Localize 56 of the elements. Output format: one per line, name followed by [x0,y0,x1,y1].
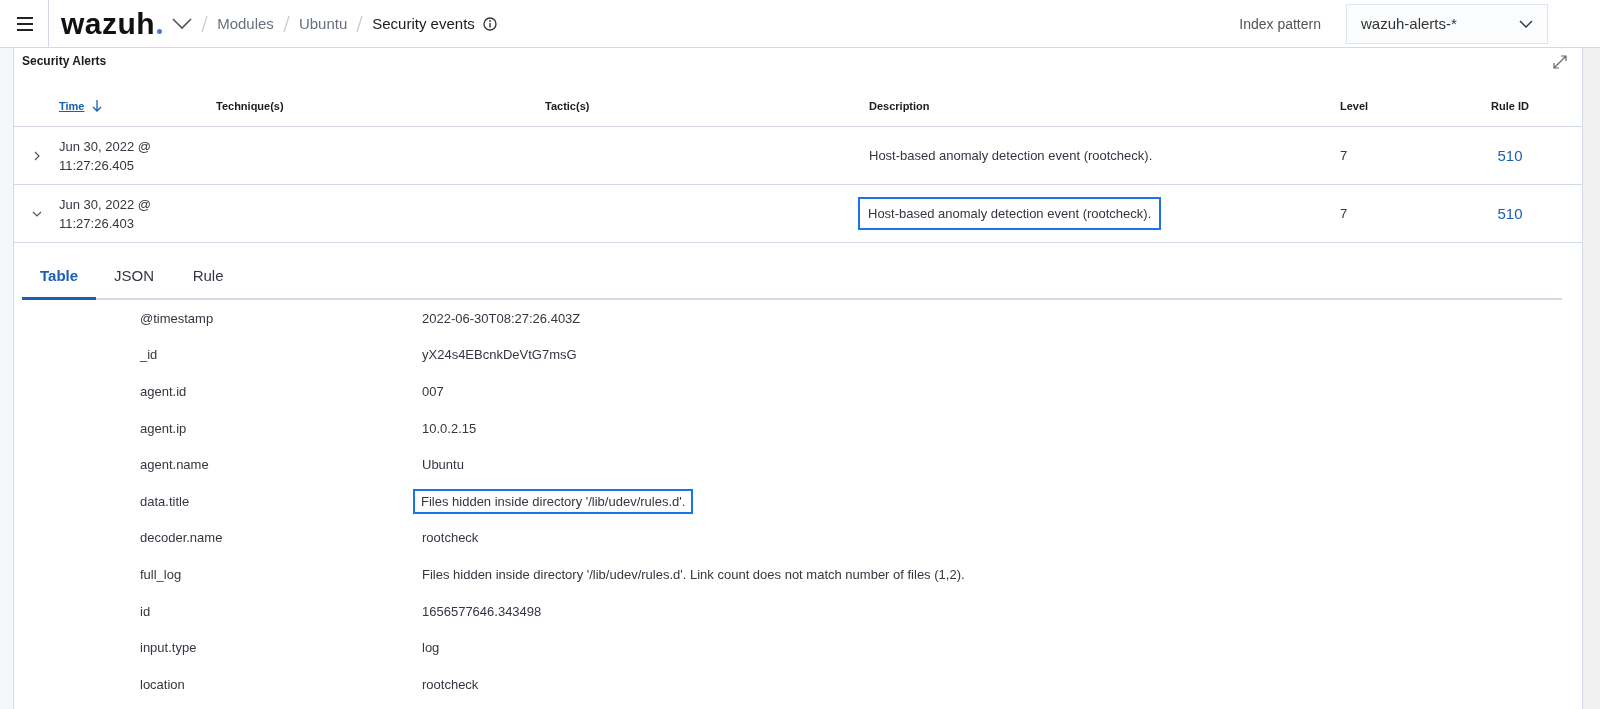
logo-text: wazuh [61,6,156,41]
field-name: @timestamp [139,310,215,326]
field-value: Files hidden inside directory '/lib/udev/rules.d'. [415,490,692,512]
column-header[interactable]: Time [59,100,85,112]
detail-tab[interactable]: Rule [172,267,245,300]
slash-separator-icon [282,15,290,32]
field-value: yX24s4EBcnkDeVtG7msG [422,347,577,363]
field-value: Files hidden inside directory '/lib/udev/rules.d'. Link count does not match number of files (1,2). [422,566,965,582]
breadcrumb[interactable]: Modules [217,15,274,32]
column-header: Tactic(s) [545,100,590,112]
info-icon [482,16,497,31]
slash-separator-icon [201,15,209,32]
field-name: agent.ip [139,420,188,436]
breadcrumb: Security events [372,15,475,32]
breadcrumb[interactable]: Ubuntu [298,15,348,32]
level-cell: 7 [1340,206,1348,221]
field-value: 10.0.2.15 [422,420,477,436]
chevron-down-icon [1519,19,1533,28]
index-pattern-label: Index pattern [1239,15,1321,32]
field-name: id [139,603,152,619]
menu-icon [17,16,33,31]
field-name: input.type [139,640,198,656]
logo-dot [157,28,163,34]
time-cell: Jun 30, 2022 @ 11:27:26.403 [59,196,151,231]
field-value: rootcheck [422,530,479,546]
expand-icon [1552,54,1568,70]
field-value: rootcheck [422,676,479,692]
field-name: agent.name [139,457,210,473]
column-header: Description [869,100,930,112]
chevron-down-icon [172,17,193,30]
field-value: 2022-06-30T08:27:26.403Z [422,310,581,326]
field-name: _id [138,347,159,363]
field-name: full_log [139,566,183,582]
detail-tab[interactable]: Table [22,267,97,300]
field-value: 1656577646.343498 [422,603,542,619]
level-cell: 7 [1340,148,1348,163]
description-cell: Host-based anomaly detection event (rootcheck). [869,148,1153,163]
field-value: log [422,640,440,656]
field-name: data.title [139,493,191,509]
column-header: Level [1340,100,1369,112]
rule-id-link[interactable]: 510 [1497,147,1523,164]
field-name: location [139,676,186,692]
menu-button[interactable] [16,14,34,33]
index-pattern-select[interactable]: wazuh-alerts-* [1346,3,1548,44]
column-header: Technique(s) [216,100,284,112]
column-header: Rule ID [1491,100,1529,112]
slash-separator-icon [356,15,364,32]
detail-tab[interactable]: JSON [96,267,173,300]
field-name: decoder.name [139,530,224,546]
panel-title: Security Alerts [22,54,107,70]
field-value: Ubuntu [422,457,464,473]
time-cell: Jun 30, 2022 @ 11:27:26.405 [59,138,151,173]
description-cell: Host-based anomaly detection event (rootcheck). [860,199,1160,228]
rule-id-link[interactable]: 510 [1497,205,1523,222]
field-name: agent.id [139,384,188,399]
field-value: 007 [422,384,444,399]
